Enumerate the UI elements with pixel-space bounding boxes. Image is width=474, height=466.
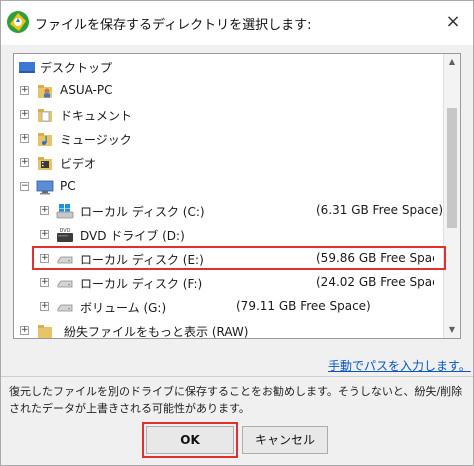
tree-item-drive-g[interactable]: + ボリューム (G:) (79.11 GB Free Space) (14, 296, 442, 318)
desktop-icon (19, 62, 35, 73)
tree-item-label: ローカル ディスク (C:) (80, 205, 205, 219)
title-bar: ファイルを保存するディレクトリを選択します: × (1, 1, 473, 45)
tree-item-label: PC (60, 179, 76, 193)
expand-toggle[interactable]: + (20, 158, 29, 167)
cancel-button[interactable]: キャンセル (242, 426, 328, 454)
user-folder-icon (38, 85, 52, 98)
tree-item-label: ローカル ディスク (F:) (80, 277, 203, 291)
free-space-label: (79.11 GB Free Space) (236, 299, 371, 313)
save-directory-dialog: ファイルを保存するディレクトリを選択します: × デスクトップ + ASUA-P… (0, 0, 474, 466)
svg-text:DVD: DVD (59, 228, 70, 234)
tree-item-drive-f[interactable]: + ローカル ディスク (F:) (24.02 GB Free Space) (14, 272, 442, 294)
close-button[interactable]: × (441, 10, 465, 34)
manual-path-link[interactable]: 手動でパスを入力します。 (328, 357, 471, 374)
dvd-drive-icon: DVD (57, 228, 73, 242)
tree-item-label: 紛失ファイルをもっと表示 (RAW) (64, 325, 249, 339)
folder-icon (38, 325, 52, 338)
vertical-scrollbar[interactable]: ▲ ▼ (443, 54, 460, 338)
divider (1, 376, 473, 377)
tree-item-lost-files-raw[interactable]: + 紛失ファイルをもっと表示 (RAW) (14, 320, 442, 339)
save-notice-text: 復元したファイルを別のドライブに保存することをお勧めします。そうしないと、紛失/… (9, 385, 463, 415)
folder-tree[interactable]: デスクトップ + ASUA-PC + ドキュメント + ミュージック + ビデオ… (13, 53, 461, 339)
documents-folder-icon (38, 109, 52, 122)
tree-item-label: ボリューム (G:) (80, 301, 167, 315)
windows-drive-icon (56, 204, 74, 219)
tree-item-music[interactable]: + ミュージック (14, 128, 442, 150)
expand-toggle[interactable]: + (40, 278, 49, 287)
close-icon: × (445, 11, 461, 32)
tree-item-desktop[interactable]: デスクトップ (14, 56, 442, 78)
hard-drive-icon (57, 280, 73, 288)
tree-item-label: デスクトップ (40, 61, 113, 75)
expand-toggle[interactable]: + (20, 134, 29, 143)
app-logo-icon (7, 11, 29, 33)
highlight-frame-ok (142, 422, 238, 458)
expand-toggle[interactable]: + (20, 326, 29, 335)
expand-toggle[interactable]: + (20, 110, 29, 119)
music-folder-icon (38, 133, 52, 146)
tree-item-documents[interactable]: + ドキュメント (14, 104, 442, 126)
expand-toggle[interactable]: + (20, 86, 29, 95)
tree-item-label: ASUA-PC (60, 83, 113, 97)
tree-item-video[interactable]: + ビデオ (14, 152, 442, 174)
tree-item-drive-c[interactable]: + ローカル ディスク (C:) (6.31 GB Free Space) (14, 200, 444, 222)
tree-item-label: ミュージック (60, 133, 132, 147)
computer-icon (36, 180, 54, 195)
free-space-label: (6.31 GB Free Space) (316, 203, 444, 217)
tree-item-drive-d[interactable]: + DVD DVD ドライブ (D:) (14, 224, 442, 246)
tree-item-label: DVD ドライブ (D:) (80, 229, 185, 243)
scroll-up-icon[interactable]: ▲ (444, 54, 460, 70)
tree-item-label: ドキュメント (60, 109, 133, 123)
scroll-down-icon[interactable]: ▼ (444, 322, 460, 338)
expand-toggle[interactable]: + (40, 206, 49, 215)
collapse-toggle[interactable]: − (20, 182, 29, 191)
dialog-title: ファイルを保存するディレクトリを選択します: (35, 18, 312, 33)
free-space-label: (24.02 GB Free Space) (316, 275, 434, 289)
tree-item-asua-pc[interactable]: + ASUA-PC (14, 80, 442, 102)
hard-drive-icon (57, 304, 73, 312)
tree-item-label: ビデオ (60, 157, 97, 171)
expand-toggle[interactable]: + (40, 230, 49, 239)
expand-toggle[interactable]: + (40, 302, 49, 311)
video-folder-icon (38, 157, 52, 170)
highlight-frame-drive-e (32, 246, 446, 270)
tree-item-pc[interactable]: − PC (14, 176, 442, 198)
scrollbar-thumb[interactable] (447, 108, 457, 228)
